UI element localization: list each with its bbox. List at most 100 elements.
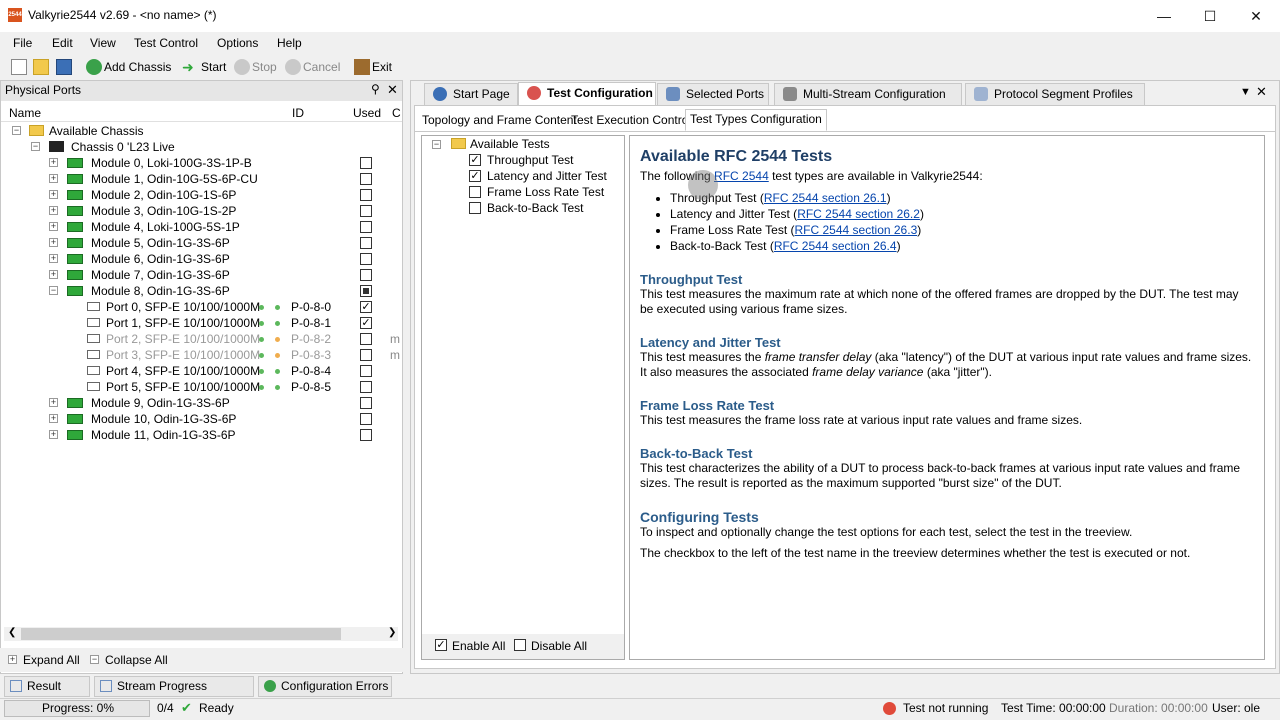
tab-stream-progress[interactable]: Stream Progress Counters	[94, 676, 254, 712]
module-row[interactable]: + Module 0, Loki-100G-3S-1P-B	[0, 155, 400, 171]
menu-options[interactable]: Options	[217, 36, 258, 50]
port-used-checkbox[interactable]	[360, 381, 372, 393]
port-row[interactable]: Port 2, SFP-E 10/100/1000M P-0-8-2 m	[0, 331, 400, 347]
test-item-label[interactable]: Back-to-Back Test	[487, 201, 583, 215]
chassis-label[interactable]: Chassis 0 'L23 Live	[71, 139, 175, 155]
expand-icon[interactable]: +	[49, 270, 58, 279]
save-icon[interactable]	[56, 59, 72, 75]
minimize-button[interactable]: —	[1141, 0, 1187, 32]
enable-all-checkbox[interactable]: ✓	[435, 639, 447, 651]
subtab-topology[interactable]: Topology and Frame Content	[418, 111, 581, 131]
expand-icon[interactable]: +	[49, 398, 58, 407]
module-row[interactable]: + Module 2, Odin-10G-1S-6P	[0, 187, 400, 203]
port-used-checkbox[interactable]: ✓	[360, 301, 372, 313]
menu-test-control[interactable]: Test Control	[134, 36, 198, 50]
expand-all-button[interactable]: Expand All	[23, 653, 80, 667]
module-row[interactable]: + Module 11, Odin-1G-3S-6P	[0, 427, 400, 443]
port-used-checkbox[interactable]	[360, 349, 372, 361]
add-chassis-icon[interactable]	[86, 59, 102, 75]
expand-icon[interactable]: +	[49, 254, 58, 263]
pin-icon[interactable]: ⚲	[371, 82, 380, 96]
new-file-icon[interactable]	[11, 59, 27, 75]
port-row[interactable]: Port 3, SFP-E 10/100/1000M P-0-8-3 m	[0, 347, 400, 363]
tab-protocol-segment-profiles[interactable]: Protocol Segment Profiles	[965, 83, 1145, 105]
module-row[interactable]: + Module 10, Odin-1G-3S-6P	[0, 411, 400, 427]
cancel-icon[interactable]	[285, 59, 301, 75]
scrollbar-thumb[interactable]	[21, 628, 341, 640]
close-panel-icon[interactable]: ✕	[387, 82, 398, 98]
module-used-checkbox[interactable]	[360, 269, 372, 281]
available-tests-root[interactable]: Available Tests	[470, 137, 550, 151]
rfc-section-link[interactable]: RFC 2544 section 26.4	[774, 239, 897, 253]
module-used-checkbox[interactable]	[360, 237, 372, 249]
cancel-button[interactable]: Cancel	[303, 60, 340, 74]
expand-icon[interactable]: +	[49, 430, 58, 439]
module-used-checkbox[interactable]	[360, 253, 372, 265]
module-row[interactable]: + Module 9, Odin-1G-3S-6P	[0, 395, 400, 411]
port-used-checkbox[interactable]	[360, 365, 372, 377]
collapse-all-button[interactable]: Collapse All	[105, 653, 168, 667]
tab-multi-stream-configuration[interactable]: Multi-Stream Configuration	[774, 83, 962, 105]
start-button[interactable]: Start	[201, 60, 226, 74]
module-row[interactable]: + Module 4, Loki-100G-5S-1P	[0, 219, 400, 235]
enable-all-label[interactable]: Enable All	[452, 639, 505, 653]
collapse-icon[interactable]: −	[12, 126, 21, 135]
test-checkbox[interactable]	[469, 186, 481, 198]
column-id[interactable]: ID	[292, 106, 304, 120]
menu-file[interactable]: File	[13, 36, 32, 50]
expand-icon[interactable]: +	[49, 190, 58, 199]
collapse-all-icon[interactable]: −	[90, 655, 99, 664]
module-row[interactable]: − Module 8, Odin-1G-3S-6P	[0, 283, 400, 299]
tab-start-page[interactable]: Start Page	[424, 83, 518, 105]
test-item-label[interactable]: Frame Loss Rate Test	[487, 185, 604, 199]
module-used-checkbox[interactable]	[360, 397, 372, 409]
close-tab-icon[interactable]: ✕	[1256, 84, 1267, 100]
port-row[interactable]: Port 1, SFP-E 10/100/1000M P-0-8-1 ✓	[0, 315, 400, 331]
expand-icon[interactable]: +	[49, 414, 58, 423]
expand-icon[interactable]: +	[49, 158, 58, 167]
rfc-section-link[interactable]: RFC 2544 section 26.1	[764, 191, 887, 205]
module-row[interactable]: + Module 1, Odin-10G-5S-6P-CU	[0, 171, 400, 187]
module-used-checkbox[interactable]	[360, 173, 372, 185]
subtab-execution-control[interactable]: Test Execution Control	[567, 111, 695, 131]
rfc-2544-link[interactable]: RFC 2544	[714, 169, 769, 183]
expand-icon[interactable]: +	[49, 238, 58, 247]
module-row[interactable]: + Module 5, Odin-1G-3S-6P	[0, 235, 400, 251]
chassis-row[interactable]: − Chassis 0 'L23 Live	[0, 139, 400, 155]
port-row[interactable]: Port 4, SFP-E 10/100/1000M P-0-8-4	[0, 363, 400, 379]
test-item-label[interactable]: Latency and Jitter Test	[487, 169, 607, 183]
module-row[interactable]: + Module 7, Odin-1G-3S-6P	[0, 267, 400, 283]
menu-view[interactable]: View	[90, 36, 116, 50]
module-used-checkbox[interactable]	[360, 285, 372, 297]
test-checkbox[interactable]	[469, 202, 481, 214]
disable-all-checkbox[interactable]	[514, 639, 526, 651]
test-item-label[interactable]: Throughput Test	[487, 153, 574, 167]
open-folder-icon[interactable]	[33, 59, 49, 75]
test-checkbox[interactable]: ✓	[469, 154, 481, 166]
test-checkbox[interactable]: ✓	[469, 170, 481, 182]
stop-icon[interactable]	[234, 59, 250, 75]
module-used-checkbox[interactable]	[360, 221, 372, 233]
module-used-checkbox[interactable]	[360, 189, 372, 201]
port-used-checkbox[interactable]: ✓	[360, 317, 372, 329]
exit-icon[interactable]	[354, 59, 370, 75]
module-row[interactable]: + Module 6, Odin-1G-3S-6P	[0, 251, 400, 267]
exit-button[interactable]: Exit	[372, 60, 392, 74]
collapse-tests-icon[interactable]: −	[432, 140, 441, 149]
module-used-checkbox[interactable]	[360, 157, 372, 169]
tab-dropdown-icon[interactable]: ▼	[1240, 86, 1251, 98]
module-used-checkbox[interactable]	[360, 413, 372, 425]
column-used[interactable]: Used	[353, 106, 381, 120]
module-row[interactable]: + Module 3, Odin-10G-1S-2P	[0, 203, 400, 219]
expand-icon[interactable]: +	[49, 174, 58, 183]
collapse-icon[interactable]: −	[31, 142, 40, 151]
column-c[interactable]: C	[392, 106, 401, 120]
module-used-checkbox[interactable]	[360, 429, 372, 441]
module-used-checkbox[interactable]	[360, 205, 372, 217]
menu-help[interactable]: Help	[277, 36, 302, 50]
stop-button[interactable]: Stop	[252, 60, 277, 74]
maximize-button[interactable]: ☐	[1187, 0, 1233, 32]
collapse-icon[interactable]: −	[49, 286, 58, 295]
available-chassis-root[interactable]: Available Chassis	[49, 123, 144, 139]
scroll-right-icon[interactable]: ❯	[388, 627, 396, 638]
